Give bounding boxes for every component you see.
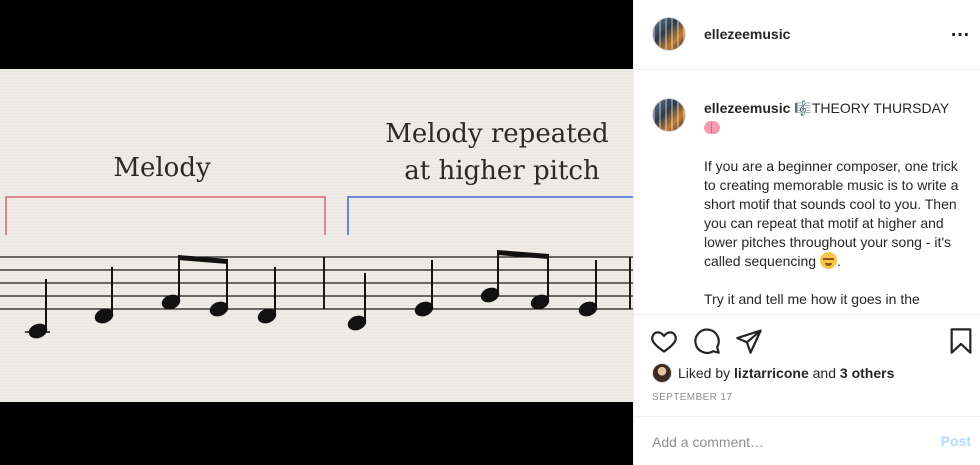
liked-prefix: Liked by bbox=[678, 365, 731, 381]
caption-title: THEORY THURSDAY bbox=[811, 100, 950, 116]
melody-label: Melody bbox=[113, 153, 211, 183]
musical-score-emoji: 🎼 bbox=[794, 101, 812, 117]
comment-icon[interactable] bbox=[693, 327, 721, 355]
post-details-panel: ellezeemusic … ellezeemusic 🎼THEORY THURS… bbox=[633, 0, 980, 465]
post-media[interactable]: Melody Melody repeated at higher pitch bbox=[0, 0, 633, 465]
repeated-notes bbox=[347, 250, 598, 331]
melody-bracket bbox=[5, 196, 326, 235]
caption-paragraph-2: Try it and tell me how it goes in the bbox=[704, 291, 920, 307]
heart-icon[interactable] bbox=[650, 327, 678, 355]
caption-paragraph-1: If you are a beginner composer, one tric… bbox=[704, 158, 959, 269]
author-username[interactable]: ellezeemusic bbox=[704, 26, 790, 42]
post-date[interactable]: SEPTEMBER 17 bbox=[652, 392, 732, 403]
more-options-icon[interactable]: … bbox=[949, 20, 971, 44]
share-icon[interactable] bbox=[735, 327, 763, 355]
post-button[interactable]: Post bbox=[941, 433, 971, 449]
caption-username[interactable]: ellezeemusic bbox=[704, 100, 790, 116]
comment-box: Post bbox=[634, 416, 980, 465]
brain-emoji bbox=[704, 121, 720, 134]
caption-text: ellezeemusic 🎼THEORY THURSDAY If you are … bbox=[704, 99, 972, 309]
repeated-bracket bbox=[347, 196, 633, 235]
caption-area: ellezeemusic 🎼THEORY THURSDAY If you are … bbox=[634, 71, 980, 314]
sheet-music-image: Melody Melody repeated at higher pitch bbox=[0, 119, 633, 339]
liked-and: and bbox=[812, 365, 836, 381]
author-avatar[interactable] bbox=[652, 17, 686, 51]
melody-repeated-label: Melody repeated bbox=[385, 119, 608, 149]
post-actions: Liked by liztarricone and 3 others SEPTE… bbox=[634, 314, 980, 416]
likes-summary: Liked by liztarricone and 3 others bbox=[652, 363, 894, 383]
higher-pitch-label: at higher pitch bbox=[404, 156, 600, 186]
liked-others[interactable]: 3 others bbox=[840, 365, 894, 381]
liked-user[interactable]: liztarricone bbox=[734, 365, 809, 381]
caption-avatar[interactable] bbox=[652, 98, 686, 132]
comment-input[interactable] bbox=[652, 431, 922, 453]
post-header: ellezeemusic … bbox=[634, 0, 980, 70]
melody-notes bbox=[25, 255, 277, 339]
bookmark-icon[interactable] bbox=[947, 327, 975, 355]
exploding-head-emoji bbox=[819, 252, 837, 269]
liker-avatar[interactable] bbox=[652, 363, 672, 383]
